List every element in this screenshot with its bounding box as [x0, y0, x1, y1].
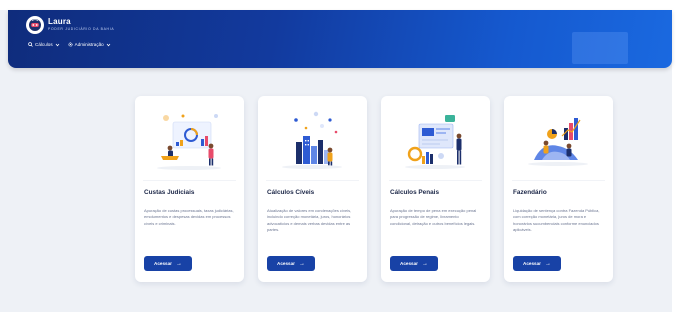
access-button[interactable]: Acessar → — [390, 256, 438, 271]
card-description: Atualização de valores em condenações cí… — [267, 208, 352, 232]
frame-top — [0, 0, 678, 10]
card-divider — [143, 180, 236, 181]
card-calculos-penais: Cálculos Penais Apuração de tempo de pen… — [381, 96, 490, 282]
card-title: Custas Judiciais — [144, 189, 195, 196]
nav-item-administracao[interactable]: Administração — [68, 42, 111, 47]
finance-dashboard-illustration — [157, 114, 221, 170]
nav-item-calculos-label: Cálculos — [35, 42, 53, 47]
frame-bottom — [0, 312, 678, 318]
analytics-growth-illustration — [528, 118, 588, 166]
frame-right — [672, 0, 678, 318]
card-divider — [389, 180, 482, 181]
chevron-down-icon — [55, 43, 59, 46]
card-divider — [266, 180, 359, 181]
brand-logo[interactable] — [26, 16, 44, 34]
access-button[interactable]: Acessar → — [144, 256, 192, 271]
city-buildings-illustration — [282, 111, 342, 169]
card-description: Apuração de custas processuais, taxas ju… — [144, 208, 234, 226]
arrow-right-icon: → — [298, 260, 305, 267]
nav-item-administracao-label: Administração — [74, 42, 104, 47]
presentation-board-illustration — [405, 115, 465, 169]
card-title: Cálculos Cíveis — [267, 189, 315, 196]
chevron-down-icon — [106, 43, 111, 46]
access-button-label: Acessar — [523, 261, 541, 266]
card-description: Apuração de tempo de pena em execução pe… — [390, 208, 477, 226]
brand-name: Laura — [48, 17, 71, 26]
access-button-label: Acessar — [277, 261, 295, 266]
card-fazendario: Fazendário Liquidação de sentença contra… — [504, 96, 613, 282]
access-button-label: Acessar — [154, 261, 172, 266]
robot-face-icon — [29, 19, 41, 31]
access-button-label: Acessar — [400, 261, 418, 266]
header-decoration — [572, 32, 628, 64]
search-icon — [28, 42, 33, 47]
arrow-right-icon: → — [421, 260, 428, 267]
nav-item-calculos[interactable]: Cálculos — [28, 42, 60, 47]
arrow-right-icon: → — [175, 260, 182, 267]
main-nav: Cálculos Administração — [28, 42, 111, 47]
card-title: Fazendário — [513, 189, 547, 196]
card-description: Liquidação de sentença contra Fazenda Pú… — [513, 208, 600, 232]
app-header: Laura PODER JUDICIÁRIO DA BAHIA Cálculos… — [8, 10, 672, 68]
access-button[interactable]: Acessar → — [513, 256, 561, 271]
module-cards: Custas Judiciais Apuração de custas proc… — [135, 96, 613, 282]
brand-subtitle: PODER JUDICIÁRIO DA BAHIA — [48, 27, 115, 31]
card-title: Cálculos Penais — [390, 189, 440, 196]
gear-icon — [68, 42, 73, 47]
access-button[interactable]: Acessar → — [267, 256, 315, 271]
card-calculos-civeis: Cálculos Cíveis Atualização de valores e… — [258, 96, 367, 282]
card-divider — [512, 180, 605, 181]
card-custas-judiciais: Custas Judiciais Apuração de custas proc… — [135, 96, 244, 282]
arrow-right-icon: → — [544, 260, 551, 267]
